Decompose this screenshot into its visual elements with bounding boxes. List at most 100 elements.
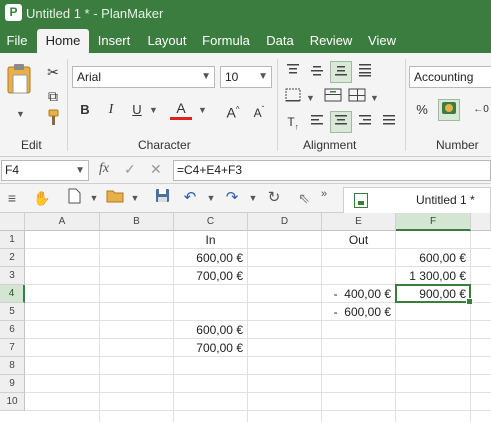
align-bottom-icon[interactable] — [330, 61, 352, 83]
tab-formula[interactable]: Formula — [198, 29, 254, 53]
shrink-font-icon[interactable]: Aˇ — [248, 99, 270, 121]
row-header-3[interactable]: 3 — [0, 267, 25, 285]
undo-dropdown-icon[interactable]: ▼ — [201, 188, 221, 208]
font-color-button[interactable]: A — [170, 99, 192, 120]
formula-input[interactable]: =C4+E4+F3 — [173, 160, 491, 181]
underline-button[interactable]: U — [126, 99, 148, 121]
align-right-icon[interactable] — [354, 111, 376, 133]
align-middle-icon[interactable] — [306, 61, 328, 83]
group-label-character: Character — [138, 138, 191, 152]
row-header-9[interactable]: 9 — [0, 375, 25, 393]
paste-button[interactable] — [4, 61, 36, 101]
tab-data[interactable]: Data — [261, 29, 299, 53]
borders-dropdown-icon[interactable]: ▼ — [306, 93, 315, 103]
column-header-f[interactable]: F — [396, 213, 471, 231]
column-header-a[interactable]: A — [25, 213, 100, 231]
document-tab-title: Untitled 1 * — [416, 193, 475, 207]
cut-icon[interactable]: ✂ — [42, 61, 64, 83]
currency-format-icon[interactable] — [438, 99, 460, 121]
cancel-formula-icon[interactable]: ✕ — [150, 161, 162, 178]
cell-f3[interactable]: 1 300,00 € — [396, 267, 470, 285]
save-icon[interactable] — [152, 188, 172, 208]
row-header-2[interactable]: 2 — [0, 249, 25, 267]
title-bar: P Untitled 1 * - PlanMaker — [0, 0, 491, 29]
cell-c7[interactable]: 700,00 € — [174, 339, 247, 357]
function-wizard-icon[interactable]: fx — [99, 161, 109, 177]
document-tab[interactable]: Untitled 1 * — [343, 187, 491, 213]
undo-icon[interactable]: ↶ — [180, 188, 200, 208]
column-header-e[interactable]: E — [322, 213, 396, 231]
tab-view[interactable]: View — [363, 29, 401, 53]
number-format-select[interactable]: Accounting — [409, 66, 491, 88]
row-header-7[interactable]: 7 — [0, 339, 25, 357]
spreadsheet-grid[interactable]: A B C D E F 1 2 3 4 5 6 7 8 9 10 In Out … — [0, 213, 491, 422]
column-header-b[interactable]: B — [100, 213, 174, 231]
copy-icon[interactable]: ⧉ — [42, 85, 64, 107]
accept-formula-icon[interactable]: ✓ — [124, 161, 136, 178]
group-separator — [405, 59, 406, 151]
percent-button[interactable]: % — [411, 99, 433, 121]
align-left-icon[interactable] — [306, 111, 328, 133]
tab-review[interactable]: Review — [306, 29, 356, 53]
row-header-6[interactable]: 6 — [0, 321, 25, 339]
paste-dropdown-icon[interactable]: ▼ — [16, 109, 25, 119]
align-top-icon[interactable] — [282, 61, 304, 83]
grow-font-icon[interactable]: A^ — [222, 99, 244, 121]
name-box[interactable]: F4 ▼ — [1, 160, 89, 181]
gridline — [25, 320, 491, 321]
wrap-cells-icon[interactable] — [346, 86, 368, 108]
cell-f2[interactable]: 600,00 € — [396, 249, 470, 267]
cell-borders-icon[interactable] — [282, 86, 304, 108]
tab-file[interactable]: File — [0, 29, 34, 53]
decrease-decimal-button[interactable]: ←0 — [470, 99, 491, 121]
hand-tool-icon[interactable]: ✋ — [32, 188, 52, 208]
redo-icon[interactable]: ↷ — [222, 188, 242, 208]
merge-cells-icon[interactable] — [322, 86, 344, 108]
row-header-8[interactable]: 8 — [0, 357, 25, 375]
new-document-icon[interactable] — [64, 188, 84, 208]
row-header-4[interactable]: 4 — [0, 285, 25, 303]
format-painter-icon[interactable] — [42, 109, 64, 131]
row-header-1[interactable]: 1 — [0, 231, 25, 249]
bold-button[interactable]: B — [74, 99, 96, 121]
cell-e4[interactable]: - 400,00 € — [322, 285, 395, 303]
font-color-dropdown-icon[interactable]: ▼ — [198, 105, 207, 115]
select-all-corner[interactable] — [0, 213, 25, 231]
merge-dropdown-icon[interactable]: ▼ — [370, 93, 379, 103]
pointer-icon[interactable]: ⇖ — [294, 188, 314, 208]
justify-vertical-icon[interactable] — [354, 61, 376, 83]
clipboard-icon — [7, 64, 31, 94]
cell-e5[interactable]: - 600,00 € — [322, 303, 395, 321]
font-size-select[interactable]: 10 ▼ — [220, 66, 272, 88]
active-cell-cursor[interactable] — [395, 284, 473, 305]
column-header-d[interactable]: D — [248, 213, 322, 231]
open-dropdown-icon[interactable]: ▼ — [125, 188, 145, 208]
new-dropdown-icon[interactable]: ▼ — [84, 188, 104, 208]
cell-c1[interactable]: In — [174, 231, 247, 249]
menu-icon[interactable]: ≡ — [2, 188, 22, 208]
text-rotation-icon[interactable]: T↑ — [282, 111, 304, 133]
planmaker-app-icon[interactable]: P — [5, 4, 22, 21]
align-center-icon[interactable] — [330, 111, 352, 133]
underline-dropdown-icon[interactable]: ▼ — [149, 105, 158, 115]
redo-dropdown-icon[interactable]: ▼ — [243, 188, 263, 208]
cell-c3[interactable]: 700,00 € — [174, 267, 247, 285]
cell-c2[interactable]: 600,00 € — [174, 249, 247, 267]
repeat-icon[interactable]: ↻ — [264, 188, 284, 208]
more-toolbar-icon[interactable]: » — [314, 184, 334, 204]
row-header-5[interactable]: 5 — [0, 303, 25, 321]
ribbon-tabs: File Home Insert Layout Formula Data Rev… — [0, 29, 491, 53]
row-header-10[interactable]: 10 — [0, 393, 25, 411]
tab-layout[interactable]: Layout — [141, 29, 193, 53]
tab-insert[interactable]: Insert — [92, 29, 136, 53]
column-header-c[interactable]: C — [174, 213, 248, 231]
tab-home[interactable]: Home — [37, 29, 89, 53]
cell-e1[interactable]: Out — [322, 231, 395, 249]
open-folder-icon[interactable] — [105, 188, 125, 208]
cell-c6[interactable]: 600,00 € — [174, 321, 247, 339]
spreadsheet-document-icon — [354, 193, 368, 208]
font-name-select[interactable]: Arial ▼ — [72, 66, 215, 88]
column-header-g-partial[interactable] — [471, 213, 491, 231]
justify-icon[interactable] — [378, 111, 400, 133]
italic-button[interactable]: I — [100, 99, 122, 121]
